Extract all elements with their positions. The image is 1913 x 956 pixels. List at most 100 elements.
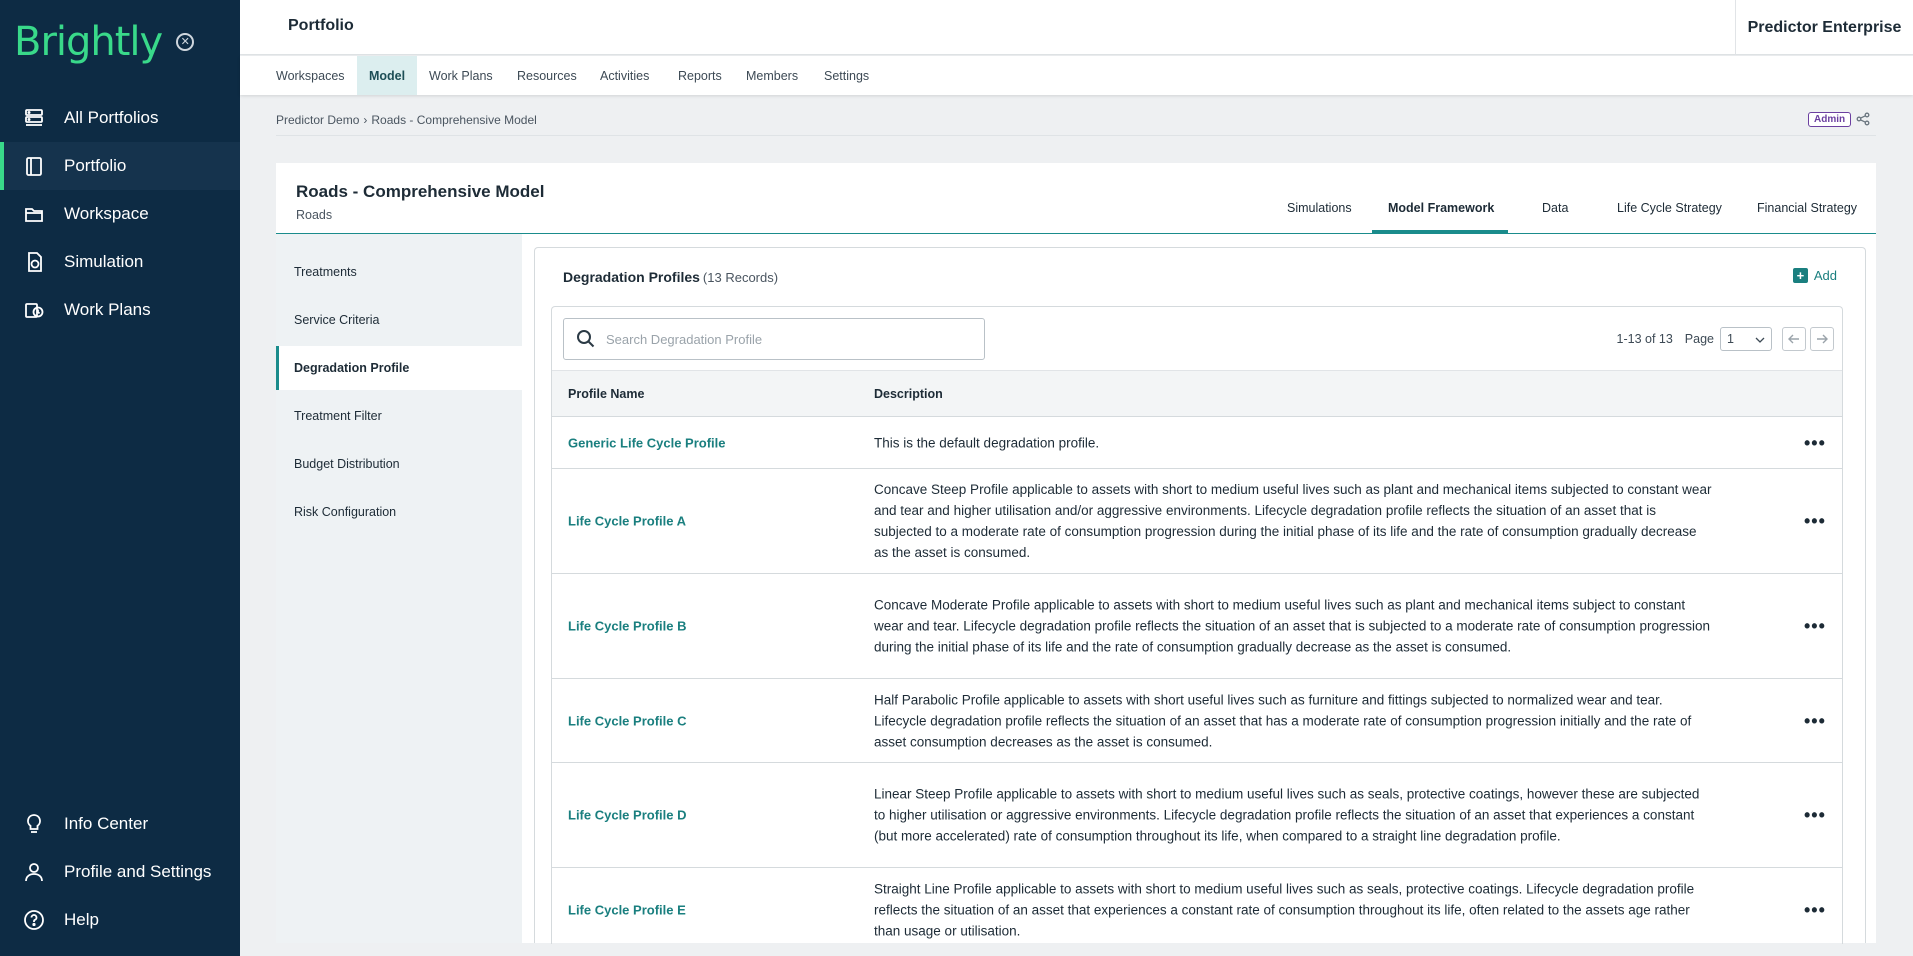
degradation-profiles-panel: Degradation Profiles(13 Records) + Add 1… — [534, 247, 1866, 944]
nav-item-risk-configuration[interactable]: Risk Configuration — [276, 490, 522, 534]
table-row: Life Cycle Profile A Concave Steep Profi… — [552, 469, 1842, 574]
profile-description: Concave Steep Profile applicable to asse… — [874, 482, 1712, 560]
breadcrumb-separator: › — [363, 113, 368, 127]
profile-description: Half Parabolic Profile applicable to ass… — [874, 692, 1692, 749]
prev-page-button[interactable] — [1782, 327, 1806, 351]
tab-workspaces[interactable]: Workspaces — [276, 56, 345, 95]
table-body: Generic Life Cycle Profile This is the d… — [552, 417, 1842, 944]
sidebar-item-work-plans[interactable]: Work Plans — [0, 286, 240, 334]
breadcrumb: Predictor Demo › Roads - Comprehensive Mod… — [276, 113, 537, 127]
sidebar-item-label: Profile and Settings — [64, 862, 212, 881]
sidebar-main-nav: All Portfolios Portfolio Workspace Simul… — [0, 94, 240, 334]
tab-activities[interactable]: Activities — [600, 56, 649, 95]
breadcrumb-divider — [276, 135, 1876, 136]
profile-description: Straight Line Profile applicable to asse… — [874, 881, 1695, 938]
nav-item-degradation-profile[interactable]: Degradation Profile — [276, 346, 522, 390]
more-options-icon[interactable]: ••• — [1804, 901, 1826, 919]
add-button[interactable]: + Add — [1792, 268, 1837, 283]
nav-item-service-criteria[interactable]: Service Criteria — [276, 298, 522, 342]
lightbulb-icon — [22, 812, 46, 836]
nav-item-budget-distribution[interactable]: Budget Distribution — [276, 442, 522, 486]
profile-name-link[interactable]: Life Cycle Profile A — [568, 514, 686, 529]
pagination: 1-13 of 13 Page 1 — [1616, 327, 1834, 351]
next-page-button[interactable] — [1810, 327, 1834, 351]
folder-icon — [22, 202, 46, 226]
app-name: Predictor Enterprise — [1735, 0, 1913, 55]
profile-description: This is the default degradation profile. — [874, 435, 1100, 450]
nav-item-treatment-filter[interactable]: Treatment Filter — [276, 394, 522, 438]
tab-work-plans[interactable]: Work Plans — [429, 56, 493, 95]
tab-simulations[interactable]: Simulations — [1287, 201, 1352, 215]
tab-resources[interactable]: Resources — [517, 56, 577, 95]
page-select-value: 1 — [1727, 332, 1734, 346]
table-row: Life Cycle Profile D Linear Steep Profil… — [552, 763, 1842, 868]
sidebar-item-label: Simulation — [64, 252, 144, 271]
sidebar-item-portfolio[interactable]: Portfolio — [0, 142, 240, 190]
profile-name-link[interactable]: Generic Life Cycle Profile — [568, 435, 726, 450]
column-header-description[interactable]: Description — [874, 387, 943, 401]
brightly-logo[interactable]: Brightly — [14, 18, 163, 66]
panel-title: Degradation Profiles (13 Records) — [563, 269, 778, 285]
sidebar: Brightly ✕ All Portfolios Portfolio Work… — [0, 0, 240, 956]
profile-description: Concave Moderate Profile applicable to a… — [874, 597, 1710, 655]
sidebar-item-profile-settings[interactable]: Profile and Settings — [0, 848, 240, 896]
column-header-profile-name[interactable]: Profile Name — [568, 387, 644, 401]
admin-badge: Admin — [1808, 112, 1852, 127]
search-input[interactable] — [606, 331, 966, 347]
tab-data[interactable]: Data — [1542, 201, 1568, 215]
sidebar-item-all-portfolios[interactable]: All Portfolios — [0, 94, 240, 142]
model-subtitle: Roads — [296, 208, 333, 222]
profile-name-link[interactable]: Life Cycle Profile E — [568, 902, 686, 917]
profile-name-link[interactable]: Life Cycle Profile D — [568, 808, 686, 823]
more-options-icon[interactable]: ••• — [1804, 434, 1826, 452]
profile-name-link[interactable]: Life Cycle Profile B — [568, 619, 686, 634]
user-icon — [22, 860, 46, 884]
record-count: (13 Records) — [702, 270, 779, 285]
sidebar-item-label: All Portfolios — [64, 108, 159, 127]
simulation-icon — [22, 250, 46, 274]
sidebar-item-simulation[interactable]: Simulation — [0, 238, 240, 286]
page-title: Portfolio — [288, 17, 354, 34]
collapse-sidebar-icon[interactable]: ✕ — [176, 33, 195, 51]
pagination-range: 1-13 of 13 — [1616, 332, 1673, 346]
more-options-icon[interactable]: ••• — [1804, 806, 1826, 824]
tab-model-framework[interactable]: Model Framework — [1388, 201, 1494, 215]
table-row: Life Cycle Profile B Concave Moderate Pr… — [552, 574, 1842, 679]
model-title: Roads - Comprehensive Model — [296, 182, 545, 201]
breadcrumb-item-portfolio[interactable]: Predictor Demo — [276, 113, 359, 127]
tab-life-cycle-strategy[interactable]: Life Cycle Strategy — [1617, 201, 1722, 215]
add-button-label: Add — [1813, 268, 1837, 283]
work-plans-icon — [22, 298, 46, 322]
sidebar-item-workspace[interactable]: Workspace — [0, 190, 240, 238]
profile-name-link[interactable]: Life Cycle Profile C — [568, 713, 686, 728]
table-row: Life Cycle Profile C Half Parabolic Prof… — [552, 679, 1842, 763]
book-icon — [22, 154, 46, 178]
search-icon — [576, 329, 596, 349]
more-options-icon[interactable]: ••• — [1804, 712, 1826, 730]
profile-description: Linear Steep Profile applicable to asset… — [874, 786, 1700, 844]
more-options-icon[interactable]: ••• — [1804, 617, 1826, 635]
tab-members[interactable]: Members — [746, 56, 798, 95]
tab-settings[interactable]: Settings — [824, 56, 869, 95]
sidebar-item-label: Portfolio — [64, 156, 127, 175]
help-icon — [22, 908, 46, 932]
model-framework-nav: Treatments Service Criteria Degradation … — [276, 234, 522, 943]
panel-title-text: Degradation Profiles — [563, 269, 700, 285]
sidebar-item-label: Info Center — [64, 814, 149, 833]
more-options-icon[interactable]: ••• — [1804, 512, 1826, 530]
portfolios-icon — [22, 106, 46, 130]
tab-financial-strategy[interactable]: Financial Strategy — [1757, 201, 1857, 215]
breadcrumb-item-model: Roads - Comprehensive Model — [371, 113, 537, 127]
page-select[interactable]: 1 — [1720, 327, 1772, 351]
sidebar-item-info-center[interactable]: Info Center — [0, 800, 240, 848]
tab-model[interactable]: Model — [357, 56, 418, 95]
tab-reports[interactable]: Reports — [678, 56, 722, 95]
sidebar-item-help[interactable]: Help — [0, 896, 240, 944]
nav-item-treatments[interactable]: Treatments — [276, 250, 522, 294]
share-icon[interactable] — [1856, 112, 1870, 126]
arrow-left-icon — [1788, 334, 1799, 344]
table-row: Generic Life Cycle Profile This is the d… — [552, 417, 1842, 469]
plus-icon: + — [1792, 268, 1808, 283]
top-header: Portfolio Predictor Enterprise — [240, 0, 1913, 55]
table-row: Life Cycle Profile E Straight Line Profi… — [552, 868, 1842, 944]
